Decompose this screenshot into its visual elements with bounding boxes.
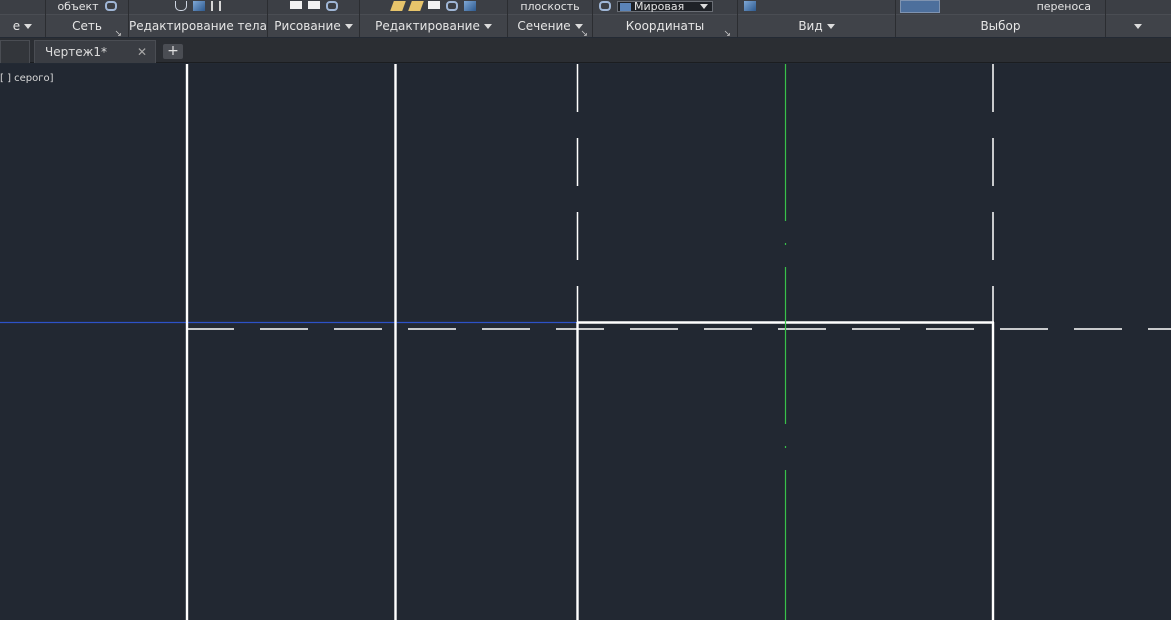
panel-title-mesh: Сеть ↘ [46, 14, 128, 39]
drawing-canvas[interactable]: [ ] серого] [0, 64, 1171, 620]
ribbon-panel-mesh: объект Сеть ↘ [46, 0, 129, 39]
panel-title-selection: Выбор [896, 14, 1105, 37]
chevron-down-icon [1134, 24, 1142, 29]
model-space[interactable] [0, 64, 1171, 620]
ribbon-panel-selection: переноса Выбор [896, 0, 1106, 37]
panel-title-coordinates: Координаты ↘ [593, 14, 737, 39]
tab-label: Чертеж1* [45, 45, 108, 59]
close-icon[interactable]: ✕ [137, 41, 147, 64]
separate-icon[interactable] [211, 1, 221, 11]
section-plane-tool-label[interactable]: плоскость [520, 1, 579, 12]
cylinder-icon[interactable] [307, 1, 320, 9]
panel-title-partial[interactable]: е [0, 14, 45, 37]
object-tool-label[interactable]: объект [57, 1, 98, 12]
chevron-down-icon [24, 24, 33, 29]
ribbon: е объект Сеть ↘ Редактирование тела Рисо [0, 0, 1171, 39]
chevron-down-icon [700, 4, 708, 9]
ucs-icon[interactable] [599, 1, 611, 11]
new-tab-plus-icon[interactable]: + [163, 44, 183, 59]
pencil-icon[interactable] [389, 1, 406, 11]
ribbon-overflow-button[interactable] [1106, 14, 1171, 37]
smooth-object-icon[interactable] [104, 1, 117, 11]
ribbon-panel-coordinates: Мировая Координаты ↘ [593, 0, 738, 39]
ribbon-panel-modify: Редактирование [360, 0, 508, 37]
sphere-icon[interactable] [325, 1, 338, 11]
ribbon-panel-overflow [1106, 0, 1171, 37]
chevron-down-icon [483, 24, 492, 29]
ribbon-panel-partial: е [0, 0, 46, 37]
chevron-down-icon [826, 24, 835, 29]
ribbon-panel-solid-editing: Редактирование тела [129, 0, 279, 37]
extrude-faces-icon[interactable] [193, 1, 205, 11]
ucs-combo[interactable]: Мировая [617, 1, 713, 12]
chevron-down-icon [344, 24, 353, 29]
box-icon[interactable] [289, 1, 302, 9]
offset-icon[interactable] [445, 1, 458, 11]
panel-title-view[interactable]: Вид [738, 14, 895, 37]
align-icon[interactable] [427, 1, 440, 9]
gizmo-tool-label[interactable]: переноса [1037, 1, 1091, 12]
extend-icon[interactable] [407, 1, 424, 11]
tab-drawing1[interactable]: Чертеж1* ✕ [34, 40, 156, 63]
ribbon-panel-view: Вид [738, 0, 896, 37]
file-tab-bar: Чертеж1* ✕ + [0, 38, 1171, 63]
panel-title-draw[interactable]: Рисование [268, 14, 359, 37]
globe-icon [620, 3, 631, 11]
array-icon[interactable] [463, 1, 476, 11]
panel-title-solid-editing[interactable]: Редактирование тела [129, 14, 279, 37]
view-cube-icon[interactable] [744, 1, 756, 11]
ribbon-panel-section: плоскость Сечение ↘ [508, 0, 593, 39]
union-icon[interactable] [175, 1, 187, 11]
panel-title-section[interactable]: Сечение ↘ [508, 14, 592, 39]
selection-color-swatch[interactable] [900, 0, 940, 13]
ribbon-panel-draw: Рисование [268, 0, 360, 37]
panel-title-modify[interactable]: Редактирование [360, 14, 507, 37]
tab-start[interactable] [0, 40, 30, 63]
